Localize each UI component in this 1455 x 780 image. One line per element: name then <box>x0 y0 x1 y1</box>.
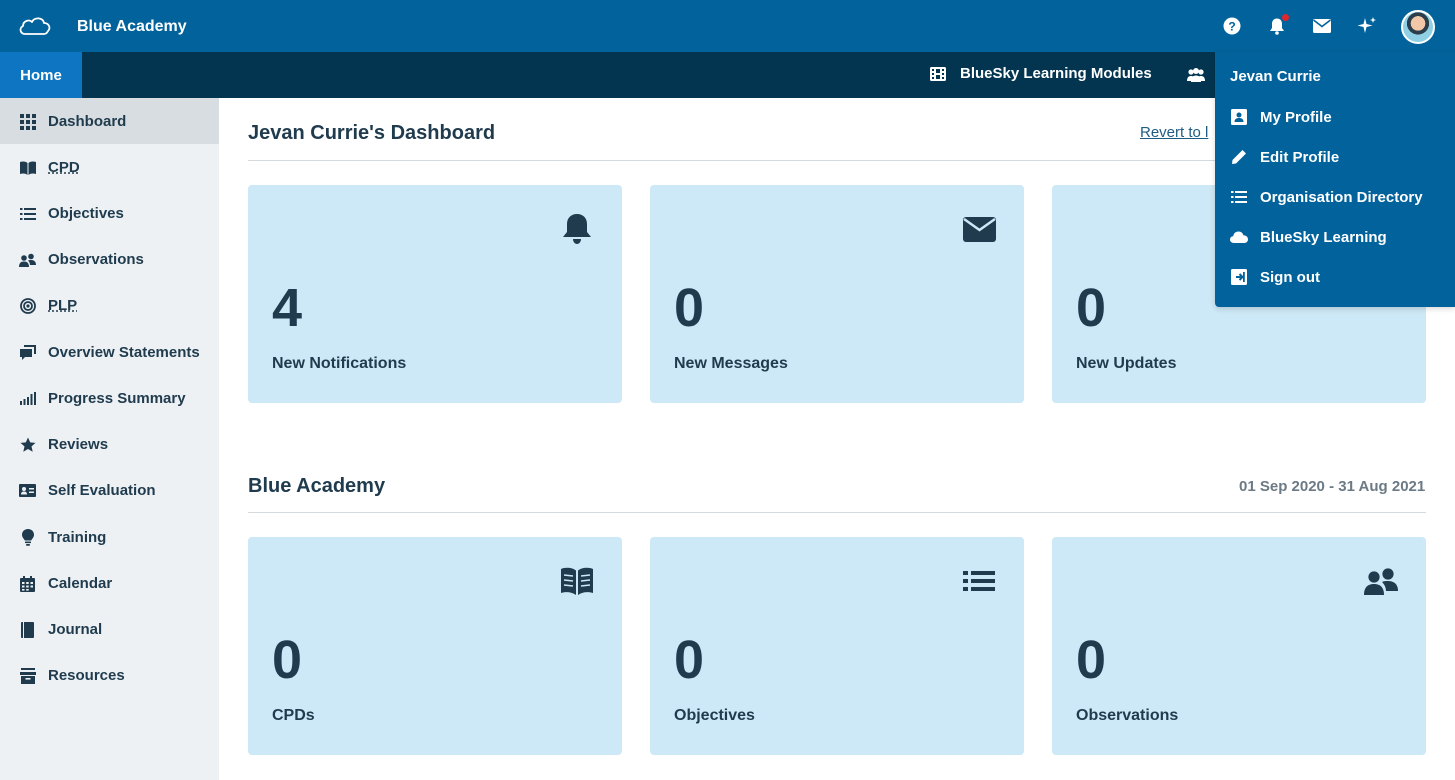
id-card-icon <box>19 482 36 499</box>
messages-count: 0 <box>674 278 705 338</box>
menu-item-label: Sign out <box>1260 268 1320 286</box>
academic-year-range: 01 Sep 2020 - 31 Aug 2021 <box>1239 478 1426 495</box>
learning-modules-label: BlueSky Learning Modules <box>960 65 1152 82</box>
envelope-icon[interactable] <box>1312 16 1332 36</box>
dashboard-title: Jevan Currie's Dashboard <box>248 122 496 144</box>
bar-signal-icon <box>19 390 36 407</box>
observations-caption: Observations <box>1076 707 1179 724</box>
sidebar-item-reviews[interactable]: Reviews <box>0 421 219 467</box>
section-divider <box>248 512 1426 513</box>
star-icon <box>19 436 36 453</box>
messages-caption: New Messages <box>674 355 788 372</box>
sidebar-item-journal[interactable]: Journal <box>0 606 219 652</box>
notifications-card[interactable]: 4 New Notifications <box>248 185 622 403</box>
bell-icon[interactable] <box>1267 14 1289 36</box>
sidebar-item-self-evaluation[interactable]: Self Evaluation <box>0 467 219 513</box>
sidebar-item-dashboard[interactable]: Dashboard <box>0 98 219 144</box>
pencil-icon <box>1230 148 1248 166</box>
calendar-icon <box>19 575 36 592</box>
cpds-caption: CPDs <box>272 707 315 724</box>
sidebar-item-label: PLP <box>48 296 78 314</box>
sidebar-item-label: Objectives <box>48 204 124 222</box>
cloud-logo-icon[interactable] <box>17 14 53 38</box>
messages-card[interactable]: 0 New Messages <box>650 185 1024 403</box>
user-menu-dropdown: Jevan Currie My Profile Edit Profile Org… <box>1215 52 1455 307</box>
menu-item-sign-out[interactable]: Sign out <box>1215 257 1455 297</box>
sidebar-item-label: Journal <box>48 620 103 638</box>
notifications-count: 4 <box>272 278 303 338</box>
sparkle-icon[interactable] <box>1357 16 1377 36</box>
sign-out-icon <box>1230 268 1248 286</box>
comments-icon <box>19 344 36 361</box>
book-open-icon <box>560 564 594 598</box>
profile-icon <box>1230 108 1248 126</box>
sidebar-item-label: CPD <box>48 158 80 176</box>
notifications-caption: New Notifications <box>272 355 407 372</box>
sidebar-item-label: Training <box>48 528 107 546</box>
sidebar-item-label: Progress Summary <box>48 389 186 407</box>
svg-text:?: ? <box>1228 20 1235 34</box>
envelope-icon <box>962 212 996 246</box>
target-icon <box>19 297 36 314</box>
sidebar-item-label: Overview Statements <box>48 343 200 361</box>
sidebar-item-label: Calendar <box>48 574 113 592</box>
menu-item-organisation-directory[interactable]: Organisation Directory <box>1215 177 1455 217</box>
sidebar-item-objectives[interactable]: Objectives <box>0 190 219 236</box>
sidebar-item-cpd[interactable]: CPD <box>0 144 219 190</box>
objectives-count: 0 <box>674 630 705 690</box>
list-icon <box>19 205 36 222</box>
notification-dot <box>1282 14 1289 21</box>
cloud-icon <box>1230 228 1248 246</box>
sidebar-item-training[interactable]: Training <box>0 514 219 560</box>
book-icon <box>19 159 36 176</box>
observations-count: 0 <box>1076 630 1107 690</box>
grid-icon <box>19 113 36 130</box>
academy-title: Blue Academy <box>248 475 386 497</box>
sidebar-item-label: Observations <box>48 250 144 268</box>
menu-item-label: My Profile <box>1260 108 1332 126</box>
tab-home[interactable]: Home <box>0 52 82 98</box>
sidebar-item-label: Resources <box>48 666 125 684</box>
sidebar-item-observations[interactable]: Observations <box>0 236 219 282</box>
list-icon <box>962 564 996 598</box>
sidebar-item-overview-statements[interactable]: Overview Statements <box>0 329 219 375</box>
menu-item-edit-profile[interactable]: Edit Profile <box>1215 137 1455 177</box>
archive-icon <box>19 667 36 684</box>
cpds-count: 0 <box>272 630 303 690</box>
film-icon <box>930 66 946 81</box>
objectives-card[interactable]: 0 Objectives <box>650 537 1024 755</box>
groups-icon[interactable] <box>1186 67 1206 88</box>
sidebar-item-calendar[interactable]: Calendar <box>0 560 219 606</box>
journal-icon <box>19 621 36 638</box>
objectives-caption: Objectives <box>674 707 755 724</box>
menu-item-label: Edit Profile <box>1260 148 1340 166</box>
users-icon <box>19 251 36 268</box>
revert-link[interactable]: Revert to l <box>1140 124 1208 141</box>
observations-card[interactable]: 0 Observations <box>1052 537 1426 755</box>
help-icon[interactable]: ? <box>1222 16 1242 36</box>
top-bar: Blue Academy ? <box>0 0 1455 52</box>
avatar[interactable] <box>1401 10 1435 44</box>
sidebar-item-label: Reviews <box>48 435 109 453</box>
sidebar-item-progress-summary[interactable]: Progress Summary <box>0 375 219 421</box>
cpds-card[interactable]: 0 CPDs <box>248 537 622 755</box>
lightbulb-icon <box>19 529 36 546</box>
sidebar-item-plp[interactable]: PLP <box>0 282 219 328</box>
updates-count: 0 <box>1076 278 1107 338</box>
user-name: Jevan Currie <box>1230 68 1321 85</box>
sidebar-item-label: Dashboard <box>48 112 127 130</box>
users-icon <box>1364 564 1398 598</box>
menu-item-label: BlueSky Learning <box>1260 228 1387 246</box>
learning-modules-link[interactable]: BlueSky Learning Modules <box>930 65 1152 82</box>
sidebar: Dashboard CPD Objectives Observations PL… <box>0 98 219 780</box>
updates-caption: New Updates <box>1076 355 1177 372</box>
menu-item-bluesky-learning[interactable]: BlueSky Learning <box>1215 217 1455 257</box>
sidebar-item-resources[interactable]: Resources <box>0 652 219 698</box>
list-icon <box>1230 188 1248 206</box>
bell-icon <box>560 212 594 246</box>
menu-item-my-profile[interactable]: My Profile <box>1215 97 1455 137</box>
brand-name[interactable]: Blue Academy <box>77 18 187 36</box>
sidebar-item-label: Self Evaluation <box>48 481 156 499</box>
menu-item-label: Organisation Directory <box>1260 188 1423 206</box>
